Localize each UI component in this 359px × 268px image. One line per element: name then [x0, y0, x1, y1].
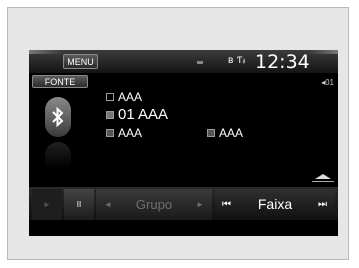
folder-icon: [106, 93, 114, 101]
artist-row: AAA: [106, 126, 142, 140]
clock: 12:34: [255, 51, 310, 73]
source-button[interactable]: FONTE: [32, 75, 88, 88]
artist-name: AAA: [118, 126, 143, 140]
track-title: 01 AAA: [118, 106, 169, 123]
track-control[interactable]: ⏮ Faixa ⏭: [215, 189, 335, 220]
group-next-icon[interactable]: ►: [196, 189, 204, 220]
track-indicator: ◂01: [321, 78, 334, 87]
eject-icon-base: [312, 181, 334, 182]
track-label: Faixa: [257, 196, 293, 212]
bluetooth-status-icon: ʙ: [228, 55, 234, 66]
status-indicator: [197, 61, 203, 64]
folder-name: AAA: [118, 90, 143, 104]
group-control[interactable]: ◄ Grupo ►: [96, 189, 212, 220]
bluetooth-icon: [45, 97, 71, 137]
music-note-icon: [106, 111, 114, 119]
audio-screen: MENU ʙ Ƭᵢₗ 12:34 FONTE ◂01 AAA 01 AAA AA…: [29, 50, 338, 236]
play-button[interactable]: ►: [32, 189, 62, 220]
track-next-icon[interactable]: ⏭: [318, 189, 327, 220]
album-name: AAA: [219, 126, 244, 140]
signal-strength-icon: Ƭᵢₗ: [237, 55, 246, 65]
menu-button[interactable]: MENU: [63, 54, 98, 69]
pause-button[interactable]: II: [64, 189, 94, 220]
track-row: 01 AAA: [106, 106, 168, 123]
artist-icon: [106, 129, 114, 137]
top-bar: MENU ʙ Ƭᵢₗ 12:34: [29, 50, 338, 73]
track-indicator-number: 01: [325, 78, 334, 87]
eject-icon[interactable]: [315, 174, 331, 179]
top-glow-left: [29, 50, 63, 54]
album-icon: [207, 129, 215, 137]
bluetooth-icon-reflection: [45, 142, 71, 168]
group-label: Grupo: [135, 197, 173, 212]
album-row: AAA: [207, 126, 243, 140]
folder-row: AAA: [106, 90, 142, 104]
top-glow-right: [308, 50, 338, 54]
